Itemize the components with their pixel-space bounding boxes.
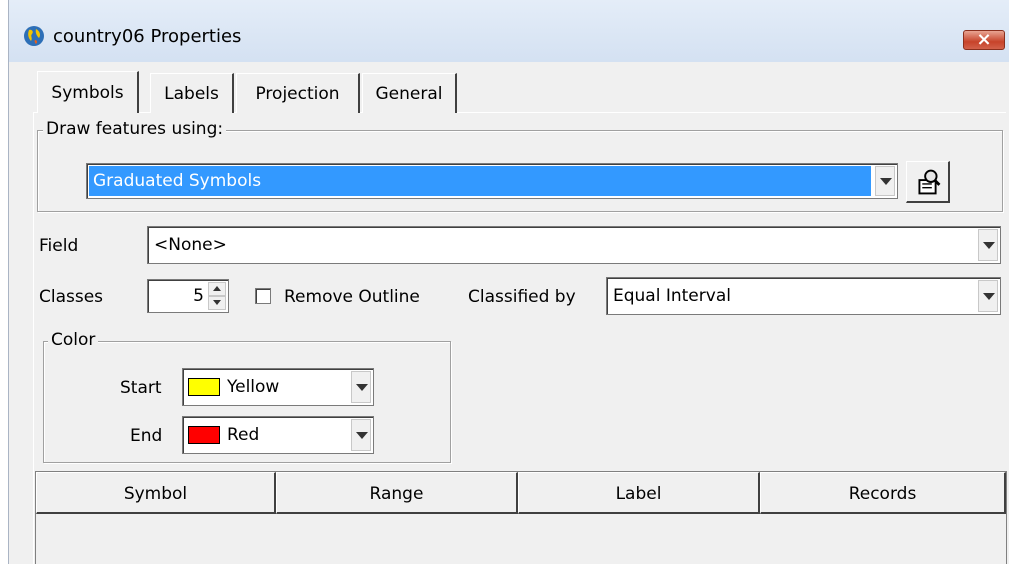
classified-by-value: Equal Interval [613,286,731,306]
spin-up-icon[interactable] [208,282,226,296]
spin-down-icon[interactable] [208,296,226,310]
close-button[interactable]: × [963,29,1005,50]
end-color-select[interactable]: Red [182,416,374,454]
classes-spin-buttons [208,282,226,310]
column-header-records[interactable]: Records [760,472,1006,514]
classified-by-label: Classified by [468,287,576,307]
end-color-swatch [188,426,220,444]
class-table[interactable]: Symbol Range Label Records [35,471,1007,564]
draw-features-label: Draw features using: [43,119,227,139]
tab-symbols-label: Symbols [51,83,124,103]
tab-general-label: General [375,84,443,104]
draw-method-value: Graduated Symbols [93,171,262,191]
title-bar: country06 Properties × [9,0,1009,62]
color-group: Color Start Yellow End Red [43,330,451,463]
start-color-select[interactable]: Yellow [182,368,374,406]
tab-labels-label: Labels [164,84,219,104]
classes-label: Classes [39,287,104,307]
globe-icon [24,26,44,46]
tab-symbols[interactable]: Symbols [37,71,139,113]
start-color-value: Yellow [227,377,280,397]
chevron-down-icon[interactable] [351,371,371,403]
tab-labels[interactable]: Labels [150,73,234,113]
remove-outline-checkbox[interactable] [255,288,271,304]
classes-stepper[interactable]: 5 [147,279,229,313]
classes-value: 5 [193,286,204,306]
field-select[interactable]: <None> [147,226,1001,264]
zoom-to-layer-icon [918,169,941,195]
column-header-symbol[interactable]: Symbol [36,472,276,514]
end-color-label: End [130,426,163,446]
draw-method-select[interactable]: Graduated Symbols [86,163,898,199]
tab-projection[interactable]: Projection [236,73,360,113]
close-icon: × [976,29,992,50]
remove-outline-label: Remove Outline [284,287,420,307]
window-title: country06 Properties [53,26,242,47]
start-color-swatch [188,378,220,396]
chevron-down-icon[interactable] [978,229,998,261]
table-header: Symbol Range Label Records [36,472,1006,514]
draw-method-selected: Graduated Symbols [89,166,871,196]
chevron-down-icon[interactable] [351,419,371,451]
color-group-label: Color [48,330,99,350]
start-color-label: Start [120,378,162,398]
tab-projection-label: Projection [255,84,340,104]
tab-general[interactable]: General [362,73,457,113]
column-header-label[interactable]: Label [518,472,760,514]
draw-features-group: Draw features using: Graduated Symbols [37,119,1003,212]
end-color-value: Red [227,425,260,445]
column-header-range[interactable]: Range [276,472,518,514]
chevron-down-icon[interactable] [875,166,895,196]
classified-by-select[interactable]: Equal Interval [606,277,1001,315]
properties-window: country06 Properties × Symbols Labels Pr… [8,0,1009,565]
field-label: Field [39,236,79,256]
zoom-to-layer-button[interactable] [906,161,950,203]
field-value: <None> [154,235,227,255]
chevron-down-icon[interactable] [978,280,998,312]
